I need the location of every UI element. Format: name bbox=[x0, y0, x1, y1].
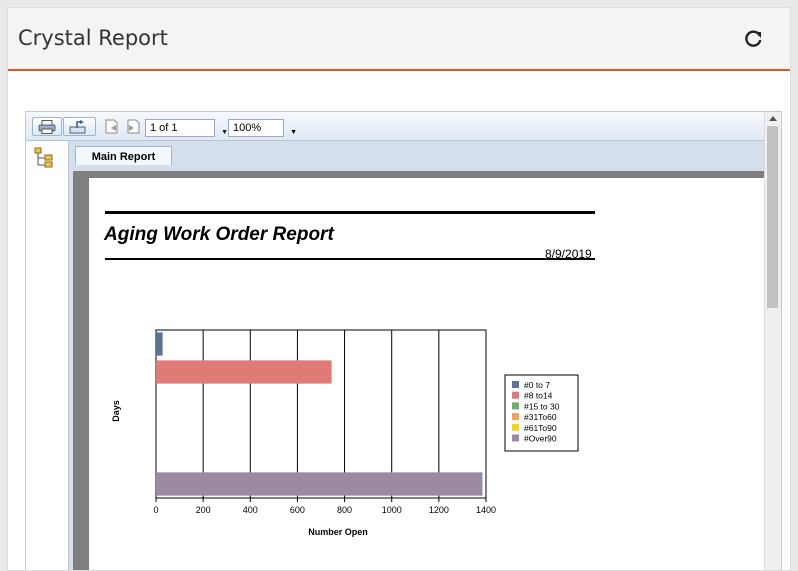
report-page: Aging Work Order Report 8/9/2019 Days Nu… bbox=[89, 178, 769, 570]
legend-label: #61To90 bbox=[524, 423, 557, 433]
panel-header: Crystal Report bbox=[8, 8, 790, 71]
x-tick-label: 600 bbox=[290, 505, 305, 515]
legend-swatch bbox=[512, 391, 519, 399]
legend-label: #Over90 bbox=[524, 434, 557, 444]
chart-legend: #0 to 7#8 to14#15 to 30#31To60#61To90#Ov… bbox=[504, 374, 579, 452]
legend-label: #8 to14 bbox=[524, 391, 553, 401]
x-tick-label: 400 bbox=[243, 505, 258, 515]
page-select-value: 1 of 1 bbox=[150, 122, 178, 134]
refresh-icon[interactable] bbox=[742, 28, 764, 50]
x-axis-label: Number Open bbox=[308, 527, 368, 537]
printer-icon bbox=[38, 120, 56, 134]
tab-main-report[interactable]: Main Report bbox=[75, 146, 172, 167]
page-select[interactable]: 1 of 1 ▼ bbox=[145, 119, 228, 137]
export-button[interactable] bbox=[63, 117, 96, 136]
legend-swatch bbox=[512, 423, 519, 431]
legend-label: #0 to 7 bbox=[524, 380, 550, 390]
chevron-down-icon[interactable]: ▼ bbox=[221, 125, 228, 141]
zoom-select-value: 100% bbox=[233, 122, 262, 134]
legend-swatch bbox=[512, 413, 519, 421]
aging-chart: Days Number Open 0 200 400 600 800 1000 1200 14… bbox=[111, 329, 579, 537]
x-tick-label: 200 bbox=[196, 505, 211, 515]
panel-title: Crystal Report bbox=[18, 26, 168, 50]
group-tree-icon[interactable] bbox=[34, 147, 54, 169]
x-tick-label: 1000 bbox=[382, 505, 402, 515]
legend-swatch bbox=[512, 434, 519, 442]
bar-over90 bbox=[156, 472, 483, 496]
x-tick-label: 1200 bbox=[429, 505, 449, 515]
bar-0-to-7 bbox=[156, 332, 163, 356]
print-button[interactable] bbox=[32, 117, 62, 136]
x-tick-label: 0 bbox=[153, 505, 158, 515]
legend-swatch bbox=[512, 402, 519, 410]
export-icon bbox=[69, 120, 86, 134]
legend-label: #15 to 30 bbox=[524, 401, 560, 411]
legend-swatch bbox=[512, 381, 519, 388]
report-viewer: 1 of 1 ▼ 100% ▼ Main Report Aging Work O… bbox=[25, 111, 782, 570]
viewer-toolbar: 1 of 1 ▼ 100% ▼ bbox=[26, 112, 766, 141]
vertical-scrollbar[interactable] bbox=[764, 112, 781, 570]
bar-8-to14 bbox=[156, 360, 332, 384]
group-tree-panel bbox=[26, 141, 69, 570]
x-tick-label: 800 bbox=[337, 505, 352, 515]
report-page-frame: Aging Work Order Report 8/9/2019 Days Nu… bbox=[69, 165, 773, 570]
legend-label: #31To60 bbox=[524, 412, 557, 422]
prev-page-icon[interactable] bbox=[104, 119, 120, 134]
chevron-down-icon[interactable]: ▼ bbox=[290, 125, 297, 141]
chart-plot-area: 0 200 400 600 800 1000 1200 1400 bbox=[153, 329, 496, 515]
zoom-select[interactable]: 100% ▼ bbox=[228, 119, 297, 137]
crystal-report-panel: Crystal Report 1 of 1 ▼ 100% ▼ Main Repo… bbox=[7, 7, 791, 571]
scrollbar-thumb[interactable] bbox=[767, 126, 778, 308]
x-tick-label: 1400 bbox=[476, 505, 496, 515]
scroll-up-arrow-icon[interactable] bbox=[769, 116, 777, 121]
next-page-icon[interactable] bbox=[125, 119, 141, 134]
y-axis-label: Days bbox=[111, 400, 121, 422]
